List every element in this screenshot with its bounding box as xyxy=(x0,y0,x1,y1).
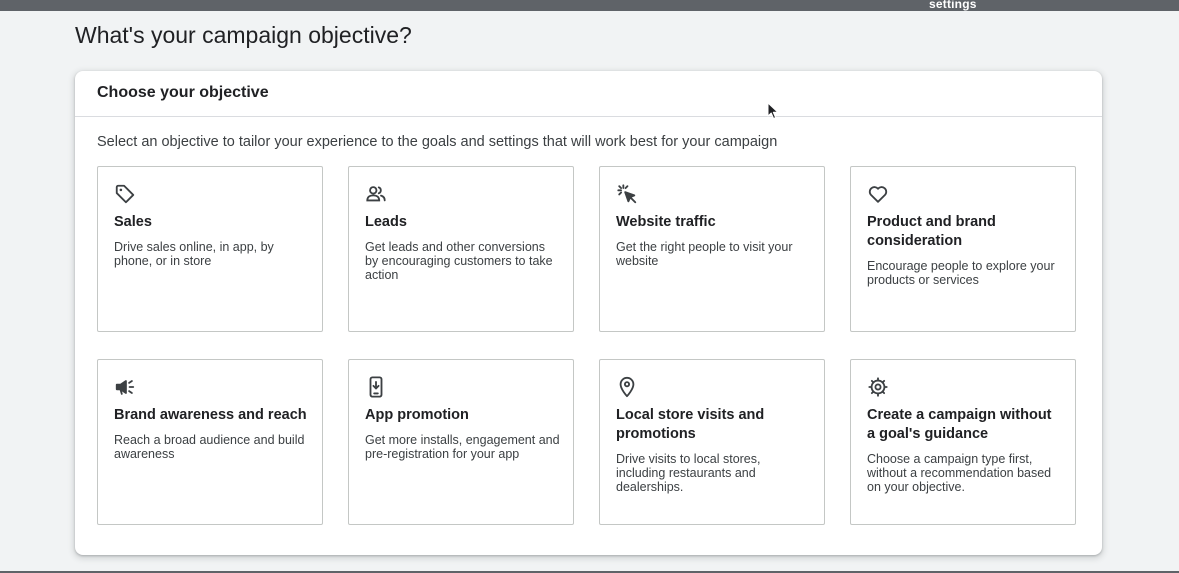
top-strip-label: settings xyxy=(929,0,977,11)
objective-description: Get leads and other conversions by encou… xyxy=(365,240,553,282)
objective-title: Website traffic xyxy=(616,214,716,230)
megaphone-icon xyxy=(114,376,136,398)
card-header-title: Choose your objective xyxy=(97,84,269,101)
objective-card: Choose your objective Select an objectiv… xyxy=(75,71,1102,555)
objective-title: Local store visits and promotions xyxy=(616,407,765,442)
top-strip: settings xyxy=(0,0,1179,11)
objective-tile-local-store-visits[interactable]: Local store visits and promotions Drive … xyxy=(599,359,825,525)
objective-title: App promotion xyxy=(365,407,469,423)
objective-description: Reach a broad audience and build awarene… xyxy=(114,433,305,461)
location-pin-icon xyxy=(616,376,638,398)
heart-icon xyxy=(867,183,889,205)
card-description: Select an objective to tailor your exper… xyxy=(97,134,778,150)
objective-description: Choose a campaign type first, without a … xyxy=(867,452,1052,494)
objective-title: Create a campaign without a goal's guida… xyxy=(867,407,1052,442)
objective-title: Product and brand consideration xyxy=(867,214,996,249)
objective-title: Leads xyxy=(365,214,407,230)
objective-tile-brand-awareness-reach[interactable]: Brand awareness and reach Reach a broad … xyxy=(97,359,323,525)
objective-description: Get the right people to visit your websi… xyxy=(616,240,793,268)
people-icon xyxy=(365,183,387,205)
objective-tile-website-traffic[interactable]: Website traffic Get the right people to … xyxy=(599,166,825,332)
objective-tile-product-brand-consideration[interactable]: Product and brand consideration Encourag… xyxy=(850,166,1076,332)
tag-icon xyxy=(114,183,136,205)
objective-title: Sales xyxy=(114,214,152,230)
phone-download-icon xyxy=(365,376,387,398)
card-header: Choose your objective xyxy=(75,71,1102,117)
gear-icon xyxy=(867,376,889,398)
objective-tile-app-promotion[interactable]: App promotion Get more installs, engagem… xyxy=(348,359,574,525)
objective-title: Brand awareness and reach xyxy=(114,407,307,423)
objective-description: Encourage people to explore your product… xyxy=(867,259,1055,287)
page-title: What's your campaign objective? xyxy=(75,22,412,48)
objective-tile-leads[interactable]: Leads Get leads and other conversions by… xyxy=(348,166,574,332)
mouse-pointer-icon xyxy=(767,102,779,119)
objective-description: Get more installs, engagement and pre-re… xyxy=(365,433,560,461)
objective-tile-sales[interactable]: Sales Drive sales online, in app, by pho… xyxy=(97,166,323,332)
objective-tile-no-goal-guidance[interactable]: Create a campaign without a goal's guida… xyxy=(850,359,1076,525)
objective-description: Drive sales online, in app, by phone, or… xyxy=(114,240,274,268)
objective-description: Drive visits to local stores, including … xyxy=(616,452,761,494)
click-cursor-icon xyxy=(616,183,638,205)
